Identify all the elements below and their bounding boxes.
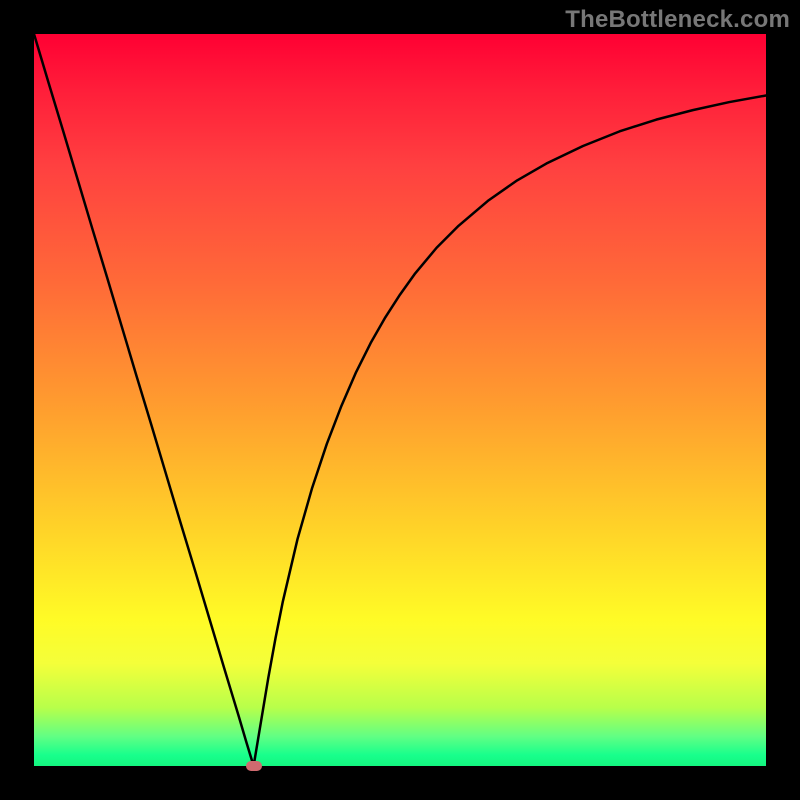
- chart-frame: TheBottleneck.com: [0, 0, 800, 800]
- minimum-marker: [246, 761, 262, 771]
- watermark-text: TheBottleneck.com: [565, 6, 790, 34]
- plot-area: [34, 34, 766, 766]
- bottleneck-curve: [34, 34, 766, 766]
